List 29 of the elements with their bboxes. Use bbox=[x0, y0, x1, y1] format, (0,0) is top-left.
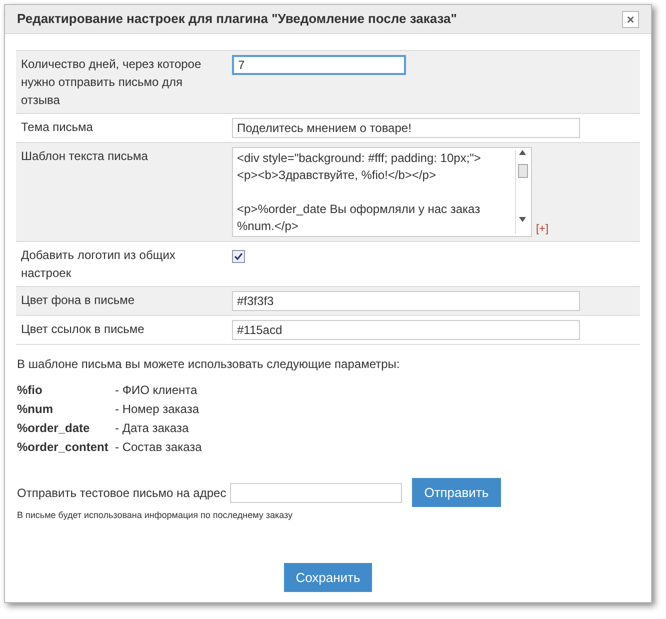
setting-label: Количество дней, через которое нужно отправить письмо для отзыва bbox=[20, 56, 202, 109]
template-textarea[interactable]: <div style="background: #fff; padding: 10px;"> <p><b>Здравствуйте, %fio!</b></p> <p>%order_date Вы оформляли у нас заказ %num.</p> bbox=[232, 147, 532, 237]
text-field[interactable]: Поделитесь мнением о товаре! bbox=[232, 118, 580, 138]
text-field[interactable]: #115acd bbox=[232, 320, 580, 340]
setting-label: Цвет фона в письме bbox=[20, 292, 136, 309]
close-button[interactable]: × bbox=[622, 10, 639, 28]
param-name: %order_date bbox=[17, 420, 91, 437]
param-description: - ФИО клиента bbox=[115, 382, 198, 399]
param-description: - Дата заказа bbox=[115, 420, 189, 437]
param-name: %order_content bbox=[17, 439, 110, 456]
params-intro: В шаблоне письма вы можете использовать следующие параметры: bbox=[17, 356, 401, 373]
expand-link[interactable]: [+] bbox=[536, 224, 549, 235]
text-field[interactable]: 7 bbox=[232, 55, 406, 75]
param-name: %num bbox=[17, 401, 54, 418]
setting-label: Цвет ссылок в письме bbox=[20, 321, 146, 338]
save-button[interactable]: Сохранить bbox=[284, 563, 372, 592]
logo-checkbox[interactable] bbox=[232, 250, 245, 263]
test-email-label: Отправить тестовое письмо на адрес bbox=[17, 484, 226, 502]
window-title: Редактирование настроек для плагина "Уведомление после заказа" bbox=[17, 10, 457, 28]
setting-label: Шаблон текста письма bbox=[20, 148, 149, 165]
email-field[interactable] bbox=[230, 482, 402, 502]
test-email-note: В письме будет использована информация по последнему заказу bbox=[17, 509, 294, 522]
param-description: - Номер заказа bbox=[115, 401, 200, 418]
text-field[interactable]: #f3f3f3 bbox=[232, 291, 580, 311]
param-description: - Состав заказа bbox=[115, 439, 202, 456]
setting-label: Тема письма bbox=[20, 119, 94, 136]
send-button[interactable]: Отправить bbox=[412, 478, 501, 507]
param-name: %fio bbox=[17, 382, 44, 399]
setting-label: Добавить логотип из общих настроек bbox=[20, 247, 176, 282]
